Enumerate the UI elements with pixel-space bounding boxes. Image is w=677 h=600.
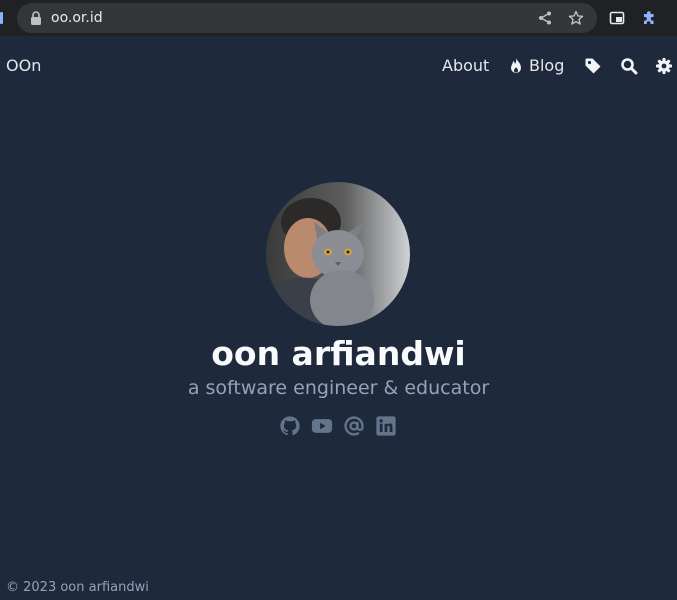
nav-blog[interactable]: Blog [529,56,564,76]
gear-icon[interactable] [655,57,673,75]
author-tagline: a software engineer & educator [187,377,490,399]
site-header: OOn About Blog [0,36,677,96]
browser-toolbar: oo.or.id [0,0,677,36]
linkedin-icon[interactable] [375,415,397,437]
avatar [266,182,410,326]
picture-in-picture-icon[interactable] [609,10,625,26]
youtube-icon[interactable] [311,415,333,437]
fire-icon[interactable] [507,57,525,75]
address-bar[interactable]: oo.or.id [17,3,597,33]
email-at-icon[interactable] [343,415,365,437]
tab-edge-indicator [0,12,3,24]
author-name: oon arfiandwi [211,334,466,373]
search-icon[interactable] [620,57,638,75]
nav-about[interactable]: About [442,56,489,76]
share-icon[interactable] [537,10,553,26]
github-icon[interactable] [279,415,301,437]
site-logo[interactable]: OOn [6,56,41,76]
footer-copyright: © 2023 oon arfiandwi [6,580,149,595]
url-text[interactable]: oo.or.id [51,8,103,28]
lock-icon[interactable] [30,11,42,25]
star-icon[interactable] [568,10,584,26]
tag-icon[interactable] [584,57,602,75]
avatar-photo [266,182,410,326]
extensions-puzzle-icon[interactable] [641,10,657,26]
